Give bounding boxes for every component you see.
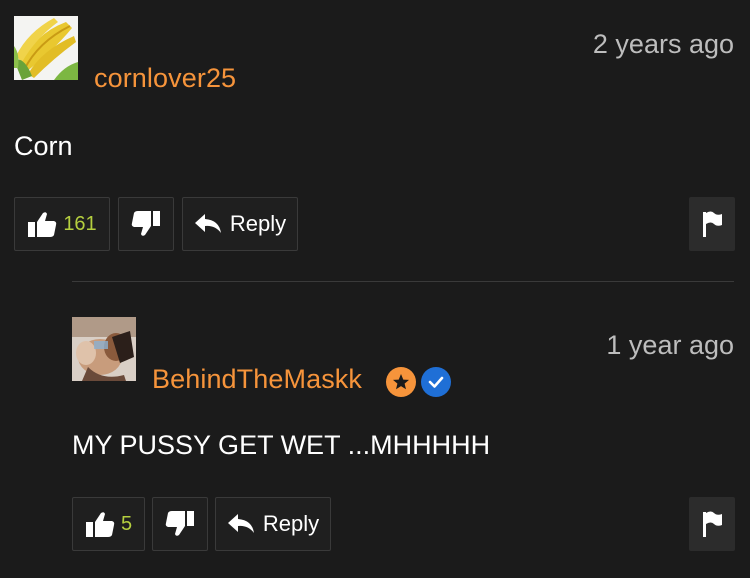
reply-arrow-icon	[227, 514, 254, 533]
dislike-button[interactable]	[152, 497, 208, 551]
username[interactable]: cornlover25	[94, 63, 236, 94]
reply-arrow-icon	[194, 214, 221, 233]
flag-icon	[703, 511, 722, 537]
thumbs-up-icon	[85, 512, 115, 537]
divider	[72, 281, 734, 282]
avatar[interactable]	[72, 317, 136, 381]
reply-label: Reply	[262, 511, 320, 536]
star-badge-icon	[386, 367, 416, 397]
like-button[interactable]: 5	[72, 497, 145, 551]
corn-image-icon	[14, 16, 78, 80]
reply-button[interactable]: Reply	[182, 197, 298, 251]
username[interactable]: BehindTheMaskk	[152, 364, 362, 395]
reply-button[interactable]: Reply	[215, 497, 331, 551]
verified-badge-icon	[421, 367, 451, 397]
dislike-button[interactable]	[118, 197, 174, 251]
like-button[interactable]: 161	[14, 197, 110, 251]
thumbs-down-icon	[165, 511, 194, 536]
flag-icon	[703, 211, 722, 237]
user-photo-icon	[72, 317, 136, 381]
comment-text: Corn	[14, 131, 73, 161]
avatar[interactable]	[14, 16, 78, 80]
flag-button[interactable]	[689, 497, 735, 551]
thumbs-up-icon	[28, 212, 57, 237]
timestamp: 2 years ago	[592, 29, 734, 59]
thumbs-down-icon	[131, 211, 160, 236]
timestamp: 1 year ago	[606, 330, 734, 360]
flag-button[interactable]	[689, 197, 735, 251]
like-count: 161	[63, 212, 97, 235]
like-count: 5	[120, 512, 133, 535]
comment-text: MY PUSSY GET WET ...MHHHHH	[72, 430, 491, 460]
reply-label: Reply	[229, 211, 287, 236]
